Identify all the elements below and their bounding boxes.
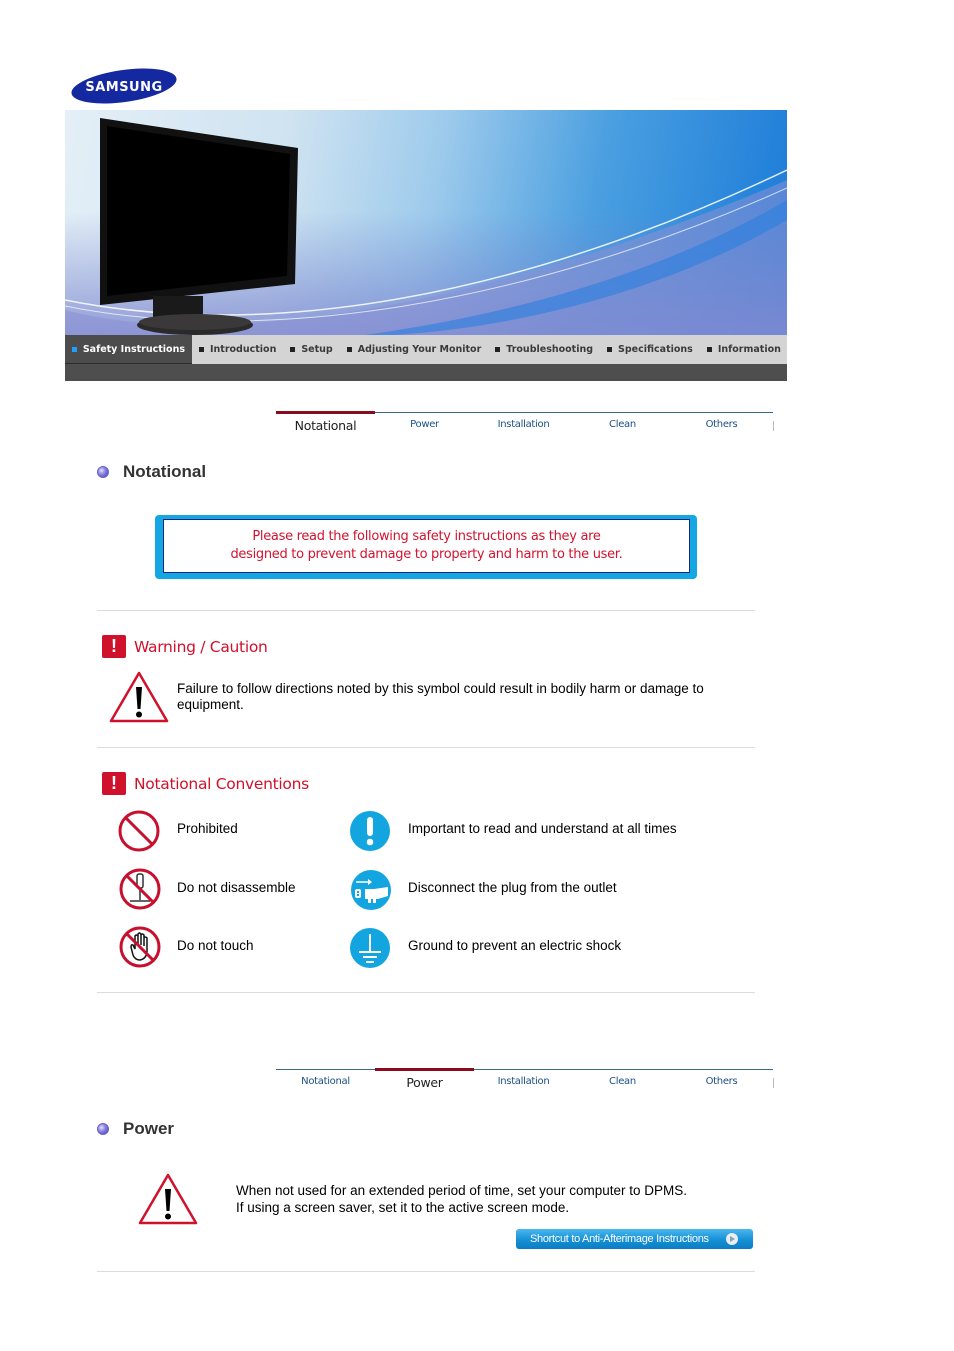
prohibited-icon: [118, 810, 160, 852]
monitor-illustration: [65, 118, 787, 335]
notational-conventions-heading: ! Notational Conventions: [102, 772, 309, 795]
important-icon: [350, 811, 390, 851]
tab-others[interactable]: Others: [672, 413, 771, 438]
divider: [97, 610, 755, 611]
bullet-square-icon: [607, 347, 613, 352]
bullet-square-icon: [72, 346, 77, 352]
tab-notational[interactable]: Notational: [276, 1070, 375, 1095]
warning-caution-heading: ! Warning / Caution: [102, 635, 268, 658]
exclamation-box-icon: !: [102, 635, 126, 658]
samsung-logo: SAMSUNG: [71, 68, 177, 104]
warning-triangle-icon: [138, 1173, 198, 1225]
button-label: Shortcut to Anti-Afterimage Instructions: [530, 1233, 709, 1245]
nav-item-adjusting-your-monitor[interactable]: Adjusting Your Monitor: [340, 335, 489, 364]
nav-item-troubleshooting[interactable]: Troubleshooting: [488, 335, 600, 364]
convention-label-important: Important to read and understand at all …: [408, 821, 677, 836]
tab-clean[interactable]: Clean: [573, 413, 672, 438]
nav-label: Specifications: [618, 344, 693, 355]
nav-label: Setup: [301, 344, 333, 355]
section-title-power: Power: [97, 1119, 174, 1139]
nav-item-setup[interactable]: Setup: [283, 335, 339, 364]
section-tabs-power: Notational Power Installation Clean Othe…: [276, 1068, 774, 1095]
section-title-text: Notational: [123, 462, 207, 481]
do-not-touch-icon: [119, 926, 161, 968]
warning-description: Failure to follow directions noted by th…: [177, 681, 704, 712]
convention-label-prohibited: Prohibited: [177, 821, 238, 836]
anti-afterimage-shortcut-button[interactable]: Shortcut to Anti-Afterimage Instructions: [516, 1229, 753, 1249]
heading-text: Warning / Caution: [134, 637, 268, 656]
nav-item-information[interactable]: Information: [700, 335, 788, 364]
tab-clean[interactable]: Clean: [573, 1070, 672, 1095]
convention-label-unplug: Disconnect the plug from the outlet: [408, 880, 617, 895]
tab-installation[interactable]: Installation: [474, 1070, 573, 1095]
bullet-square-icon: [290, 347, 296, 352]
nav-label: Adjusting Your Monitor: [357, 344, 482, 355]
warning-triangle-icon: [109, 671, 169, 723]
notice-line-2: designed to prevent damage to property a…: [230, 547, 623, 562]
convention-label-do-not-touch: Do not touch: [177, 938, 254, 953]
divider: [97, 747, 755, 748]
nav-item-introduction[interactable]: Introduction: [192, 335, 283, 364]
bullet-square-icon: [495, 347, 501, 352]
nav-item-safety-instructions[interactable]: Safety Instructions: [65, 335, 192, 364]
section-title-notational: Notational: [97, 462, 206, 482]
bullet-square-icon: [706, 347, 712, 352]
tab-separator: [773, 421, 774, 431]
bullet-square-icon: [199, 347, 204, 352]
safety-notice-box: Please read the following safety instruc…: [155, 515, 697, 579]
play-arrow-icon: [726, 1233, 738, 1245]
heading-text: Notational Conventions: [134, 774, 309, 793]
nav-label: Safety Instructions: [82, 343, 185, 355]
nav-label: Information: [717, 344, 781, 355]
ground-icon: [350, 928, 390, 968]
nav-subbar: [65, 364, 787, 381]
do-not-disassemble-icon: [119, 868, 161, 910]
power-instruction-line-1: When not used for an extended period of …: [236, 1183, 687, 1198]
bullet-orb-icon: [97, 1123, 109, 1135]
tab-power[interactable]: Power: [375, 413, 474, 438]
section-tabs-notational: Notational Power Installation Clean Othe…: [276, 411, 774, 438]
nav-label: Troubleshooting: [506, 344, 594, 355]
tab-notational[interactable]: Notational: [276, 411, 375, 438]
divider: [97, 1271, 755, 1272]
bullet-orb-icon: [97, 466, 109, 478]
tab-others[interactable]: Others: [672, 1070, 771, 1095]
tab-separator: [773, 1078, 774, 1088]
notice-line-1: Please read the following safety instruc…: [252, 529, 601, 544]
section-title-text: Power: [123, 1119, 175, 1138]
hero-banner: [65, 110, 787, 335]
bullet-square-icon: [346, 347, 352, 352]
tab-power[interactable]: Power: [375, 1068, 474, 1095]
main-nav: Safety Instructions Introduction Setup A…: [65, 335, 787, 364]
convention-label-do-not-disassemble: Do not disassemble: [177, 880, 296, 895]
tab-installation[interactable]: Installation: [474, 413, 573, 438]
unplug-icon: [351, 870, 391, 910]
divider: [97, 992, 755, 993]
nav-label: Introduction: [210, 344, 277, 355]
exclamation-box-icon: !: [102, 772, 126, 795]
power-instruction-line-2: If using a screen saver, set it to the a…: [236, 1200, 570, 1215]
logo-text: SAMSUNG: [85, 80, 162, 95]
nav-item-specifications[interactable]: Specifications: [600, 335, 700, 364]
convention-label-ground: Ground to prevent an electric shock: [408, 938, 622, 953]
